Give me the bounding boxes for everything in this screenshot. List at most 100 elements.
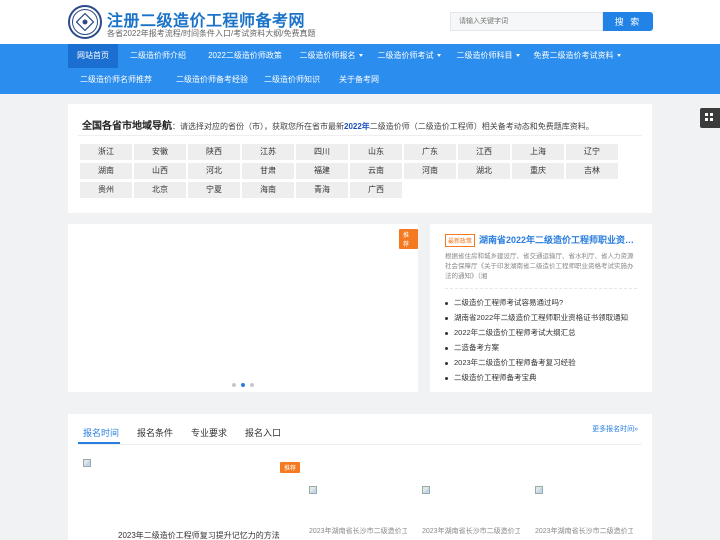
thumb-image[interactable] bbox=[309, 486, 317, 494]
featured-image[interactable] bbox=[83, 459, 91, 467]
logo-mark-icon bbox=[76, 13, 94, 31]
featured-caption[interactable]: 2023年二级造价工程师复习提升记忆力的方法 bbox=[118, 530, 280, 540]
province-link[interactable]: 广东 bbox=[404, 144, 456, 160]
nav-item-subjects[interactable]: 二级造价师科目 bbox=[448, 44, 528, 68]
news-item[interactable]: 湖南省2022年二级造价工程师职业资格证书领取通知 bbox=[445, 312, 628, 323]
active-tab-indicator bbox=[78, 442, 120, 444]
thumb-caption[interactable]: 2023年湖南省长沙市二级造价工程师 bbox=[422, 526, 520, 536]
nav-item-signup[interactable]: 二级造价师报名 bbox=[292, 44, 370, 68]
chevron-down-icon bbox=[358, 54, 363, 58]
province-link[interactable]: 广西 bbox=[350, 182, 402, 198]
news-item[interactable]: 二造备考方案 bbox=[445, 342, 499, 353]
divider bbox=[78, 444, 642, 445]
thumb-caption[interactable]: 2023年湖南省长沙市二级造价工程师 bbox=[535, 526, 633, 536]
nav-item-intro[interactable]: 二级造价师介绍 bbox=[118, 44, 198, 68]
province-link[interactable]: 山东 bbox=[350, 144, 402, 160]
province-link[interactable]: 青海 bbox=[296, 182, 348, 198]
nav-label: 二级造价师知识 bbox=[264, 75, 320, 84]
province-link[interactable]: 河南 bbox=[404, 163, 456, 179]
nav-label: 二级造价师考试 bbox=[377, 51, 434, 60]
tab-signup-conditions[interactable]: 报名条件 bbox=[137, 426, 173, 439]
region-year: 2022年 bbox=[344, 122, 370, 131]
province-link[interactable]: 云南 bbox=[350, 163, 402, 179]
nav-label: 二级造价师报名 bbox=[299, 51, 356, 60]
slider-dot-active[interactable] bbox=[241, 383, 245, 387]
province-link[interactable]: 浙江 bbox=[80, 144, 132, 160]
main-nav: 网站首页 二级造价师介绍 2022二级造价师政策 二级造价师报名 二级造价师考试… bbox=[0, 44, 720, 94]
province-link[interactable]: 贵州 bbox=[80, 182, 132, 198]
signup-info-card: 报名时间 报名条件 专业要求 报名入口 更多报名时间» 推荐 2023年二级造价… bbox=[68, 414, 652, 540]
chevron-down-icon bbox=[436, 54, 441, 58]
recommend-badge: 推荐 bbox=[280, 462, 301, 473]
news-tag: 最新政策 bbox=[445, 234, 476, 247]
nav-item-about[interactable]: 关于备考网 bbox=[334, 68, 384, 92]
news-item[interactable]: 2023年二级造价工程师备考复习经验 bbox=[445, 357, 576, 368]
tab-signup-entry[interactable]: 报名入口 bbox=[245, 426, 281, 439]
more-signup-link[interactable]: 更多报名时间» bbox=[592, 424, 638, 434]
province-link[interactable]: 辽宁 bbox=[566, 144, 618, 160]
region-title: 全国各省市地域导航 bbox=[82, 121, 172, 132]
province-link[interactable]: 四川 bbox=[296, 144, 348, 160]
divider bbox=[445, 288, 637, 289]
province-link[interactable]: 湖北 bbox=[458, 163, 510, 179]
nav-item-teachers[interactable]: 二级造价师名师推荐 bbox=[68, 68, 164, 92]
news-item[interactable]: 二级造价工程师考试容易通过吗? bbox=[445, 297, 563, 308]
nav-label: 二级造价师名师推荐 bbox=[80, 75, 152, 84]
nav-label: 2022二级造价师政策 bbox=[208, 51, 282, 60]
province-link[interactable]: 江苏 bbox=[242, 144, 294, 160]
search-button[interactable]: 搜 索 bbox=[603, 12, 653, 31]
news-summary: 根据省住房和城乡建设厅、省交通运输厅、省水利厅、省人力资源社会保障厅《关于印发湖… bbox=[445, 253, 634, 280]
region-desc-tail: 二级造价师（二级造价工程师）相关备考动态和免费题库资料。 bbox=[369, 122, 594, 131]
nav-label: 免费二级造价考试资料 bbox=[533, 51, 614, 60]
nav-label: 网站首页 bbox=[77, 51, 109, 60]
recommend-badge: 推荐 bbox=[399, 229, 418, 249]
slider-dot[interactable] bbox=[250, 383, 254, 387]
province-link[interactable]: 吉林 bbox=[566, 163, 618, 179]
grid-menu-icon[interactable] bbox=[700, 108, 720, 128]
nav-label: 关于备考网 bbox=[339, 75, 379, 84]
thumb-image[interactable] bbox=[422, 486, 430, 494]
banner-slider[interactable]: 推荐 bbox=[68, 224, 418, 392]
news-panel: 最新政策 湖南省2022年二级造价工程师职业资… 根据省住房和城乡建设厅、省交通… bbox=[430, 224, 652, 392]
nav-label: 二级造价师科目 bbox=[456, 51, 513, 60]
news-item[interactable]: 二级造价工程师备考宝典 bbox=[445, 372, 537, 383]
nav-label: 二级造价师介绍 bbox=[130, 51, 186, 60]
tab-major-requirements[interactable]: 专业要求 bbox=[191, 426, 227, 439]
province-link[interactable]: 甘肃 bbox=[242, 163, 294, 179]
nav-item-exam[interactable]: 二级造价师考试 bbox=[370, 44, 448, 68]
search-input[interactable] bbox=[450, 12, 603, 31]
slider-dot[interactable] bbox=[232, 383, 236, 387]
province-link[interactable]: 山西 bbox=[134, 163, 186, 179]
region-heading: 全国各省市地域导航：请选择对应的省份（市），获取您所在省市最新2022年二级造价… bbox=[82, 117, 594, 132]
province-link[interactable]: 宁夏 bbox=[188, 182, 240, 198]
chevron-down-icon bbox=[616, 54, 621, 58]
province-link[interactable]: 上海 bbox=[512, 144, 564, 160]
logo-emblem bbox=[72, 9, 98, 35]
nav-label: 二级造价师备考经验 bbox=[176, 75, 248, 84]
site-subtitle: 各省2022年报考流程/时间条件入口/考试资料大纲/免费真题 bbox=[107, 29, 316, 38]
province-link[interactable]: 安徽 bbox=[134, 144, 186, 160]
news-item[interactable]: 2022年二级造价工程师考试大纲汇总 bbox=[445, 327, 576, 338]
thumb-caption[interactable]: 2023年湖南省长沙市二级造价工程师 bbox=[309, 526, 407, 536]
thumb-image[interactable] bbox=[535, 486, 543, 494]
site-header: 注册二级造价工程师备考网 各省2022年报考流程/时间条件入口/考试资料大纲/免… bbox=[0, 0, 720, 44]
province-link[interactable]: 福建 bbox=[296, 163, 348, 179]
province-link[interactable]: 陕西 bbox=[188, 144, 240, 160]
news-headline[interactable]: 湖南省2022年二级造价工程师职业资… bbox=[479, 233, 639, 246]
province-link[interactable]: 河北 bbox=[188, 163, 240, 179]
nav-item-experience[interactable]: 二级造价师备考经验 bbox=[164, 68, 260, 92]
chevron-down-icon bbox=[515, 54, 520, 58]
tab-signup-time[interactable]: 报名时间 bbox=[83, 426, 119, 439]
nav-item-home[interactable]: 网站首页 bbox=[68, 44, 118, 68]
province-link[interactable]: 北京 bbox=[134, 182, 186, 198]
province-link[interactable]: 海南 bbox=[242, 182, 294, 198]
nav-item-policy[interactable]: 2022二级造价师政策 bbox=[198, 44, 292, 68]
nav-item-free-materials[interactable]: 免费二级造价考试资料 bbox=[528, 44, 626, 68]
region-nav-card: 全国各省市地域导航：请选择对应的省份（市），获取您所在省市最新2022年二级造价… bbox=[68, 104, 652, 213]
region-desc: ：请选择对应的省份（市），获取您所在省市最新 bbox=[172, 122, 344, 131]
site-logo[interactable] bbox=[68, 5, 102, 39]
province-link[interactable]: 江西 bbox=[458, 144, 510, 160]
nav-item-knowledge[interactable]: 二级造价师知识 bbox=[260, 68, 324, 92]
province-link[interactable]: 重庆 bbox=[512, 163, 564, 179]
province-link[interactable]: 湖南 bbox=[80, 163, 132, 179]
